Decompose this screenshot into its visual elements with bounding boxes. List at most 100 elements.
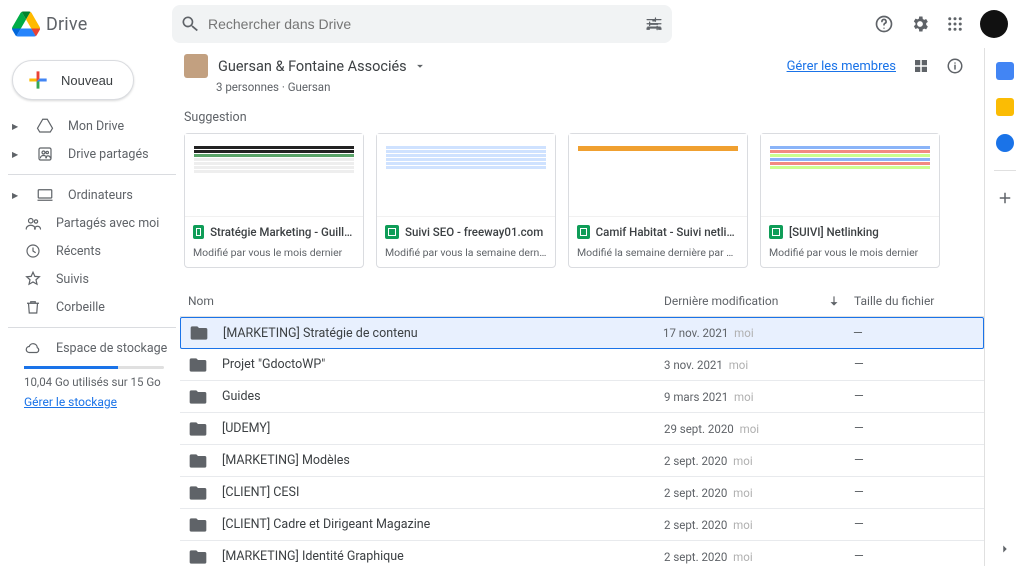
folder-icon [188,355,208,375]
folder-icon [188,419,208,439]
new-button[interactable]: Nouveau [12,60,134,100]
search-options-icon[interactable] [644,14,664,34]
account-avatar[interactable] [980,10,1008,38]
grid-view-icon[interactable] [912,57,930,75]
suggestion-subtitle: Modifié par vous le mois dernier [761,246,939,267]
help-icon[interactable] [874,14,894,34]
col-modified[interactable]: Dernière modification [664,294,814,308]
suggestion-thumbnail [185,134,363,216]
file-list: [MARKETING] Stratégie de contenu17 nov. … [180,317,984,566]
file-row[interactable]: [CLIENT] CESI2 sept. 2020 moi— [180,477,984,509]
sidebar-item-starred[interactable]: Suivis [8,265,176,293]
info-icon[interactable] [946,57,964,75]
sidebar-item-shared-with-me[interactable]: Partagés avec moi [8,209,176,237]
new-button-label: Nouveau [61,73,113,88]
calendar-app-icon[interactable] [996,62,1014,80]
file-modified: 2 sept. 2020 moi [664,486,814,500]
file-name: [MARKETING] Stratégie de contenu [223,326,663,341]
side-panel [984,48,1024,566]
expand-icon[interactable]: ▶ [12,150,22,159]
suggestion-title: [SUIVI] Netlinking [789,225,879,239]
sidebar-item-label: Suivis [56,272,89,287]
suggestion-row: Stratégie Marketing - Guillaume G...Modi… [180,133,984,286]
suggestion-thumbnail [377,134,555,216]
breadcrumb-title[interactable]: Guersan & Fontaine Associés [218,58,427,75]
file-row[interactable]: Projet "GdoctoWP"3 nov. 2021 moi— [180,349,984,381]
search-box[interactable] [172,5,672,43]
file-row[interactable]: Guides9 mars 2021 moi — [180,381,984,413]
sidebar-item-label: Mon Drive [68,119,124,134]
file-size: — [853,326,983,341]
suggestion-thumbnail [569,134,747,216]
sidebar-item-trash[interactable]: Corbeille [8,293,176,321]
folder-icon [188,451,208,471]
list-header: Nom Dernière modification Taille du fich… [180,286,984,317]
app-logo[interactable]: Drive [12,10,172,38]
shared-icon [24,214,42,232]
top-header: Drive [0,0,1024,48]
file-name: [MARKETING] Identité Graphique [222,549,664,564]
breadcrumb-title-text: Guersan & Fontaine Associés [218,58,407,75]
sidebar-item-my-drive[interactable]: ▶ Mon Drive [8,112,176,140]
expand-icon[interactable]: ▶ [12,191,22,200]
dropdown-icon [413,59,427,73]
recent-icon [24,242,42,260]
plus-icon [25,67,51,93]
sidebar-item-storage[interactable]: Espace de stockage [8,334,176,362]
suggestion-subtitle: Modifié la semaine dernière par Agathe F… [569,246,747,267]
trash-icon [24,298,42,316]
search-icon [180,14,200,34]
sidebar-item-recent[interactable]: Récents [8,237,176,265]
file-modified: 2 sept. 2020 moi [664,550,814,564]
collapse-panel-icon[interactable] [998,542,1012,556]
suggestion-card[interactable]: [SUIVI] Netlinking Modifié par vous le mo… [760,133,940,268]
sidebar-item-shared-drives[interactable]: ▶ Drive partagés [8,140,176,168]
sidebar-item-computers[interactable]: ▶ Ordinateurs [8,181,176,209]
file-row[interactable]: [UDEMY]29 sept. 2020 moi— [180,413,984,445]
file-row[interactable]: [CLIENT] Cadre et Dirigeant Magazine2 se… [180,509,984,541]
file-size: — [854,389,984,404]
settings-icon[interactable] [910,14,930,34]
manage-members-link[interactable]: Gérer les membres [787,59,896,74]
folder-icon [188,515,208,535]
storage-bar [24,366,164,369]
file-row[interactable]: [MARKETING] Stratégie de contenu17 nov. … [180,317,984,349]
suggestion-subtitle: Modifié par vous la semaine dernière [377,246,555,267]
col-size[interactable]: Taille du fichier [854,294,984,308]
sheets-icon [385,225,399,239]
add-app-icon[interactable] [996,189,1014,207]
sort-down-icon [827,294,841,308]
suggestion-card[interactable]: Stratégie Marketing - Guillaume G...Modi… [184,133,364,268]
tasks-app-icon[interactable] [996,134,1014,152]
suggestion-title: Camif Habitat - Suivi netlinking [596,225,739,239]
col-name[interactable]: Nom [188,294,664,308]
breadcrumb-subtitle: 3 personnes · Guersan [216,80,984,94]
suggestion-card[interactable]: Suivi SEO - freeway01.com Modifié par vou… [376,133,556,268]
sidebar: Nouveau ▶ Mon Drive ▶ Drive partagés ▶ O… [0,48,176,566]
expand-icon[interactable]: ▶ [12,122,22,131]
computers-icon [36,186,54,204]
apps-icon[interactable] [946,15,964,33]
sidebar-item-label: Espace de stockage [56,341,167,356]
cloud-icon [24,339,42,357]
main-content: Guersan & Fontaine Associés Gérer les me… [176,48,984,566]
search-input[interactable] [208,16,644,32]
file-modified: 2 sept. 2020 moi [664,454,814,468]
search-wrap [172,5,874,43]
file-name: Guides [222,389,664,404]
file-row[interactable]: [MARKETING] Identité Graphique2 sept. 20… [180,541,984,566]
manage-storage-link[interactable]: Gérer le stockage [24,395,117,409]
keep-app-icon[interactable] [996,98,1014,116]
file-name: [CLIENT] Cadre et Dirigeant Magazine [222,517,664,532]
file-modified: 9 mars 2021 moi [664,390,814,404]
my-drive-icon [36,117,54,135]
star-icon [24,270,42,288]
file-size: — [854,517,984,532]
suggestion-title: Suivi SEO - freeway01.com [405,225,543,239]
file-modified: 17 nov. 2021 moi [663,326,813,340]
file-name: [CLIENT] CESI [222,485,664,500]
file-row[interactable]: [MARKETING] Modèles2 sept. 2020 moi— [180,445,984,477]
suggestion-card[interactable]: Camif Habitat - Suivi netlinking Modifié … [568,133,748,268]
col-sort[interactable] [814,294,854,308]
sidebar-item-label: Partagés avec moi [56,216,159,231]
